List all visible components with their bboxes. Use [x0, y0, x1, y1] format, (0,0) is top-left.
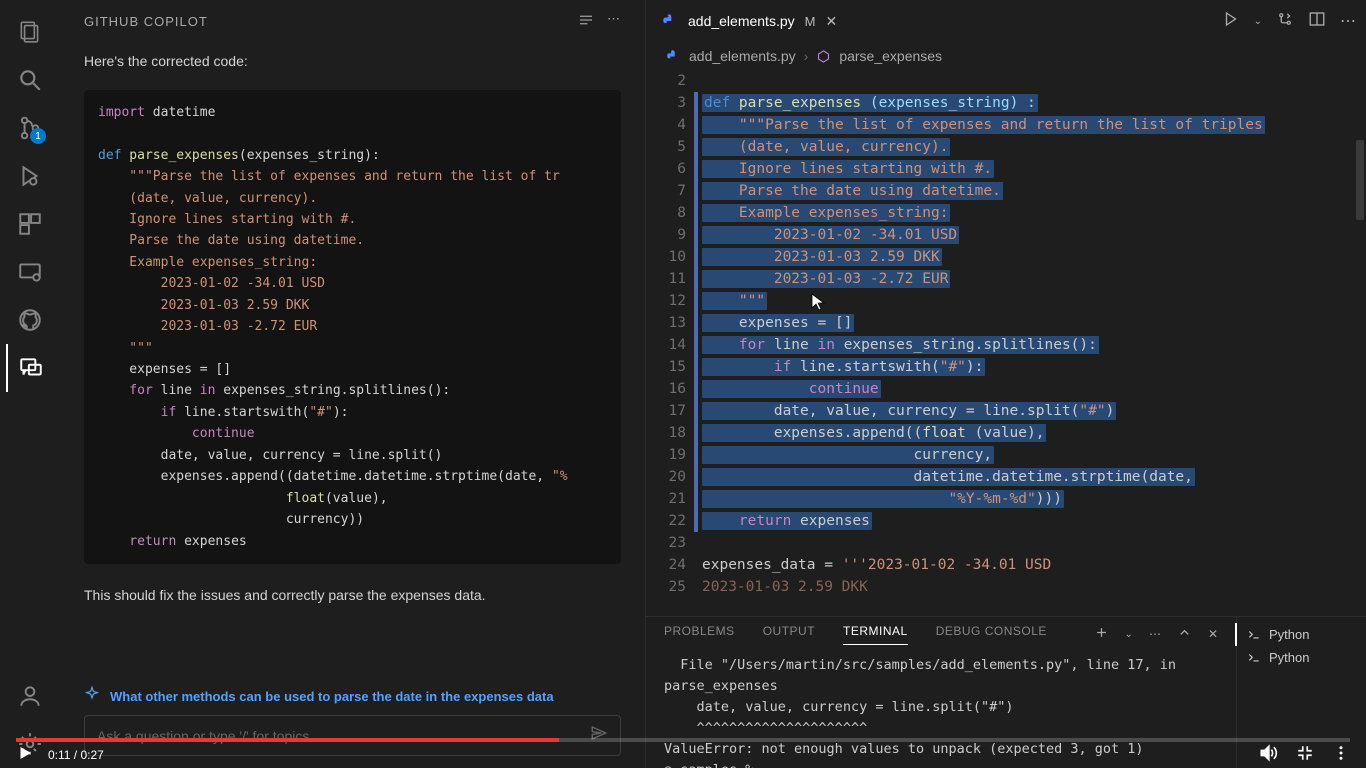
breadcrumb-file: add_elements.py	[689, 48, 796, 64]
new-terminal-icon[interactable]	[1094, 625, 1109, 643]
chevron-right-icon: ›	[804, 48, 809, 64]
activity-bar: 1	[0, 0, 60, 768]
breadcrumb-symbol: parse_expenses	[839, 48, 942, 64]
tab-bar: add_elements.py M ✕ ⌄ ⋯	[646, 0, 1366, 42]
chat-suggestion[interactable]: What other methods can be used to parse …	[110, 689, 554, 704]
search-icon[interactable]	[6, 56, 54, 104]
code-editor[interactable]: 2345678910111213141516171819202122232425…	[646, 70, 1366, 616]
panel-maximize-icon[interactable]	[1177, 625, 1192, 643]
panel-more-icon[interactable]: ⋯	[607, 11, 621, 32]
tab-modified-indicator: M	[805, 14, 816, 29]
chat-content: Here's the corrected code: import dateti…	[60, 42, 645, 676]
panel-title: GITHUB COPILOT	[84, 14, 208, 29]
close-icon[interactable]: ✕	[825, 13, 837, 30]
editor-more-icon[interactable]: ⋯	[1340, 11, 1356, 31]
remote-icon[interactable]	[6, 248, 54, 296]
editor-area: add_elements.py M ✕ ⌄ ⋯ add_elements.py …	[646, 0, 1366, 768]
run-icon[interactable]	[1222, 10, 1240, 33]
editor-tab[interactable]: add_elements.py M ✕	[646, 0, 851, 42]
chat-intro: Here's the corrected code:	[84, 50, 621, 74]
editor-content[interactable]: def parse_expenses (expenses_string) : "…	[702, 70, 1366, 616]
chat-icon[interactable]	[6, 344, 54, 392]
panel-close-icon[interactable]: ✕	[1208, 627, 1218, 641]
python-file-icon	[662, 13, 678, 29]
run-debug-icon[interactable]	[6, 152, 54, 200]
account-icon[interactable]	[6, 672, 54, 720]
extensions-icon[interactable]	[6, 200, 54, 248]
tab-terminal[interactable]: TERMINAL	[843, 624, 908, 645]
breadcrumb[interactable]: add_elements.py › parse_expenses	[646, 42, 1366, 70]
sparkle-icon	[84, 686, 100, 707]
terminal-tab-2[interactable]: Python	[1237, 646, 1366, 669]
video-more-icon[interactable]	[1332, 744, 1350, 767]
tab-problems[interactable]: PROBLEMS	[664, 624, 735, 645]
diff-icon[interactable]	[1276, 10, 1294, 33]
split-editor-icon[interactable]	[1308, 10, 1326, 33]
copilot-chat-panel: GITHUB COPILOT ⋯ Here's the corrected co…	[60, 0, 646, 768]
tab-debug-console[interactable]: DEBUG CONSOLE	[936, 624, 1047, 645]
run-dropdown-icon[interactable]: ⌄	[1254, 16, 1262, 27]
terminal-tab-1[interactable]: Python	[1237, 623, 1366, 646]
terminal-icon	[1247, 651, 1261, 665]
tab-filename: add_elements.py	[688, 13, 795, 29]
volume-icon[interactable]	[1258, 743, 1278, 768]
panel-menu-icon[interactable]	[577, 11, 595, 32]
python-file-icon	[666, 49, 681, 64]
github-icon[interactable]	[6, 296, 54, 344]
panel-more-icon[interactable]: ⋯	[1149, 627, 1161, 641]
video-player-controls: 0:11 / 0:27	[0, 720, 1366, 768]
symbol-icon	[816, 49, 831, 64]
video-time: 0:11 / 0:27	[48, 748, 104, 762]
source-control-icon[interactable]: 1	[6, 104, 54, 152]
chat-outro: This should fix the issues and correctly…	[84, 584, 621, 608]
scm-badge: 1	[30, 128, 46, 144]
fullscreen-exit-icon[interactable]	[1296, 744, 1314, 767]
terminal-dropdown-icon[interactable]: ⌄	[1125, 629, 1133, 640]
copilot-code-block: import datetime def parse_expenses(expen…	[84, 90, 621, 564]
terminal-icon	[1247, 628, 1261, 642]
explorer-icon[interactable]	[6, 8, 54, 56]
tab-output[interactable]: OUTPUT	[763, 624, 815, 645]
play-button[interactable]	[16, 744, 34, 767]
